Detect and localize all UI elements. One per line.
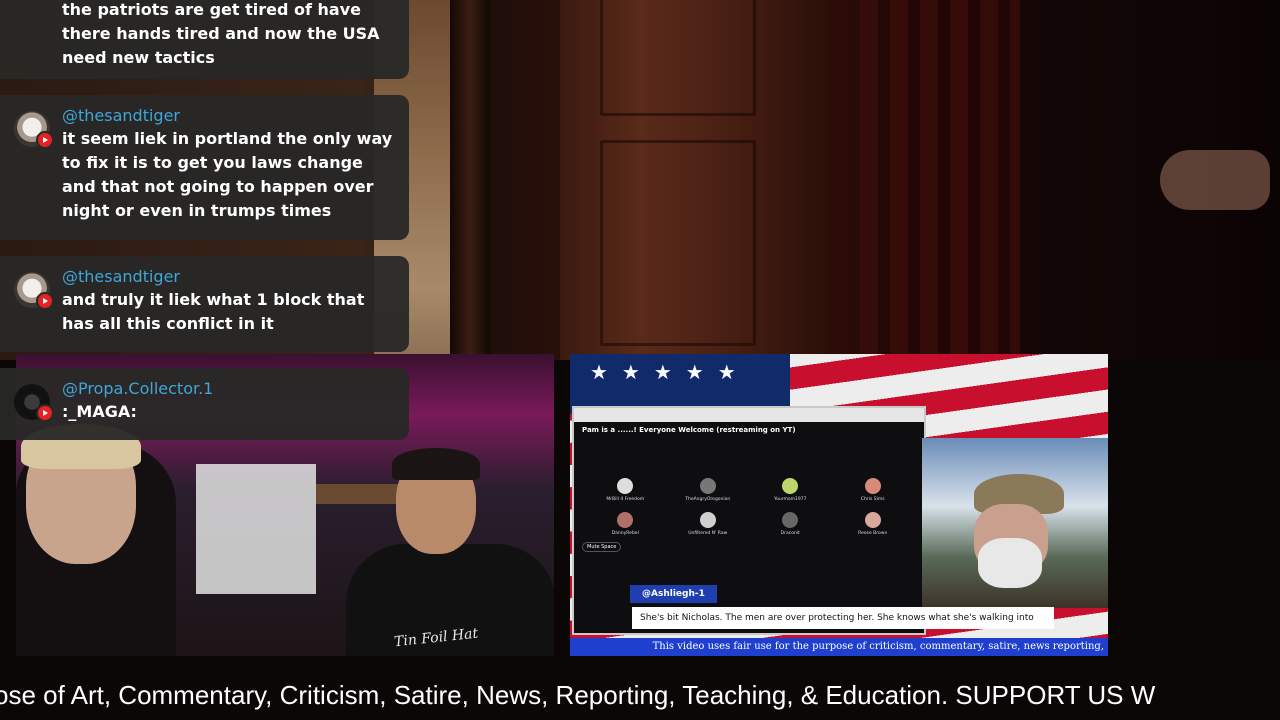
participant: TheAngryOregonian bbox=[667, 478, 750, 502]
youtube-badge-icon bbox=[36, 131, 54, 149]
chat-message-text: it seem liek in portland the only way to… bbox=[62, 129, 393, 220]
guest-webcam bbox=[922, 438, 1108, 608]
participant-name: Yourmom1977 bbox=[774, 497, 807, 502]
participant: MrBill 4 Freedom bbox=[584, 478, 667, 502]
participant-name: Reese Brown bbox=[858, 531, 888, 536]
curtain bbox=[860, 0, 1020, 360]
host-hair-right bbox=[392, 448, 480, 480]
fair-use-disclaimer: This video uses fair use for the purpose… bbox=[570, 638, 1108, 656]
door-frame bbox=[450, 0, 490, 360]
participant-avatar bbox=[782, 478, 799, 494]
x-space-window: Pam is a ......! Everyone Welcome (restr… bbox=[572, 406, 926, 635]
participant: Draconit bbox=[749, 512, 832, 536]
participant-avatar bbox=[617, 478, 634, 494]
participant-name: TheAngryOregonian bbox=[685, 497, 731, 502]
participant-name: MrBill 4 Freedom bbox=[606, 497, 645, 502]
browser-tab-bar bbox=[574, 408, 924, 422]
youtube-badge-icon bbox=[36, 292, 54, 310]
chat-username: @Propa.Collector.1 bbox=[62, 379, 214, 398]
chat-username: @thesandtiger bbox=[62, 106, 180, 125]
participant: Yourmom1977 bbox=[749, 478, 832, 502]
tool-cabinet bbox=[196, 464, 316, 594]
participant: DannyRebel bbox=[584, 512, 667, 536]
chat-username: @thesandtiger bbox=[62, 267, 180, 286]
participant-avatar bbox=[699, 478, 716, 494]
hand bbox=[1160, 150, 1270, 210]
lower-third-caption: She's bit Nicholas. The men are over pro… bbox=[632, 607, 1054, 629]
participant: Unfiltered N' Raw bbox=[667, 512, 750, 536]
participant-avatar bbox=[782, 512, 799, 528]
user-avatar bbox=[14, 111, 54, 149]
chat-message: the patriots are get tired of have there… bbox=[0, 0, 409, 79]
space-title: Pam is a ......! Everyone Welcome (restr… bbox=[582, 426, 796, 434]
user-avatar bbox=[14, 384, 54, 422]
mute-space-button[interactable]: Mute Space bbox=[582, 542, 622, 552]
chat-message: @thesandtiger it seem liek in portland t… bbox=[0, 95, 409, 240]
guest-camera-right: ★★★★★ Pam is a ......! Everyone Welcome … bbox=[570, 354, 1108, 656]
participant-avatar bbox=[864, 512, 881, 528]
participant-name: Chris Sims bbox=[860, 497, 885, 502]
youtube-badge-icon bbox=[36, 404, 54, 422]
door-panel-bottom bbox=[600, 140, 756, 346]
participant-name: DannyRebel bbox=[611, 531, 639, 536]
door-panel-top bbox=[600, 0, 756, 116]
flag-stars-icon: ★★★★★ bbox=[590, 360, 750, 384]
participant-avatar bbox=[617, 512, 634, 528]
ticker-text: ose of Art, Commentary, Criticism, Satir… bbox=[0, 680, 1156, 710]
scrolling-ticker: ose of Art, Commentary, Criticism, Satir… bbox=[0, 671, 1280, 720]
participant-avatar bbox=[864, 478, 881, 494]
chat-message-text: :_MAGA: bbox=[62, 402, 137, 421]
guest-beard bbox=[978, 538, 1042, 588]
chat-message: @thesandtiger and truly it liek what 1 b… bbox=[0, 256, 409, 352]
speaker-name-tag: @Ashliegh-1 bbox=[630, 585, 717, 603]
chat-message: @Propa.Collector.1 :_MAGA: bbox=[0, 368, 409, 440]
participant-name: Draconit bbox=[780, 531, 800, 536]
chat-message-text: and truly it liek what 1 block that has … bbox=[62, 290, 365, 333]
participant-grid: MrBill 4 Freedom TheAngryOregonian Yourm… bbox=[584, 478, 914, 536]
participant-avatar bbox=[699, 512, 716, 528]
participant-name: Unfiltered N' Raw bbox=[688, 531, 728, 536]
user-avatar bbox=[14, 272, 54, 310]
participant: Reese Brown bbox=[832, 512, 915, 536]
chat-message-text: the patriots are get tired of have there… bbox=[62, 0, 380, 67]
participant: Chris Sims bbox=[832, 478, 915, 502]
